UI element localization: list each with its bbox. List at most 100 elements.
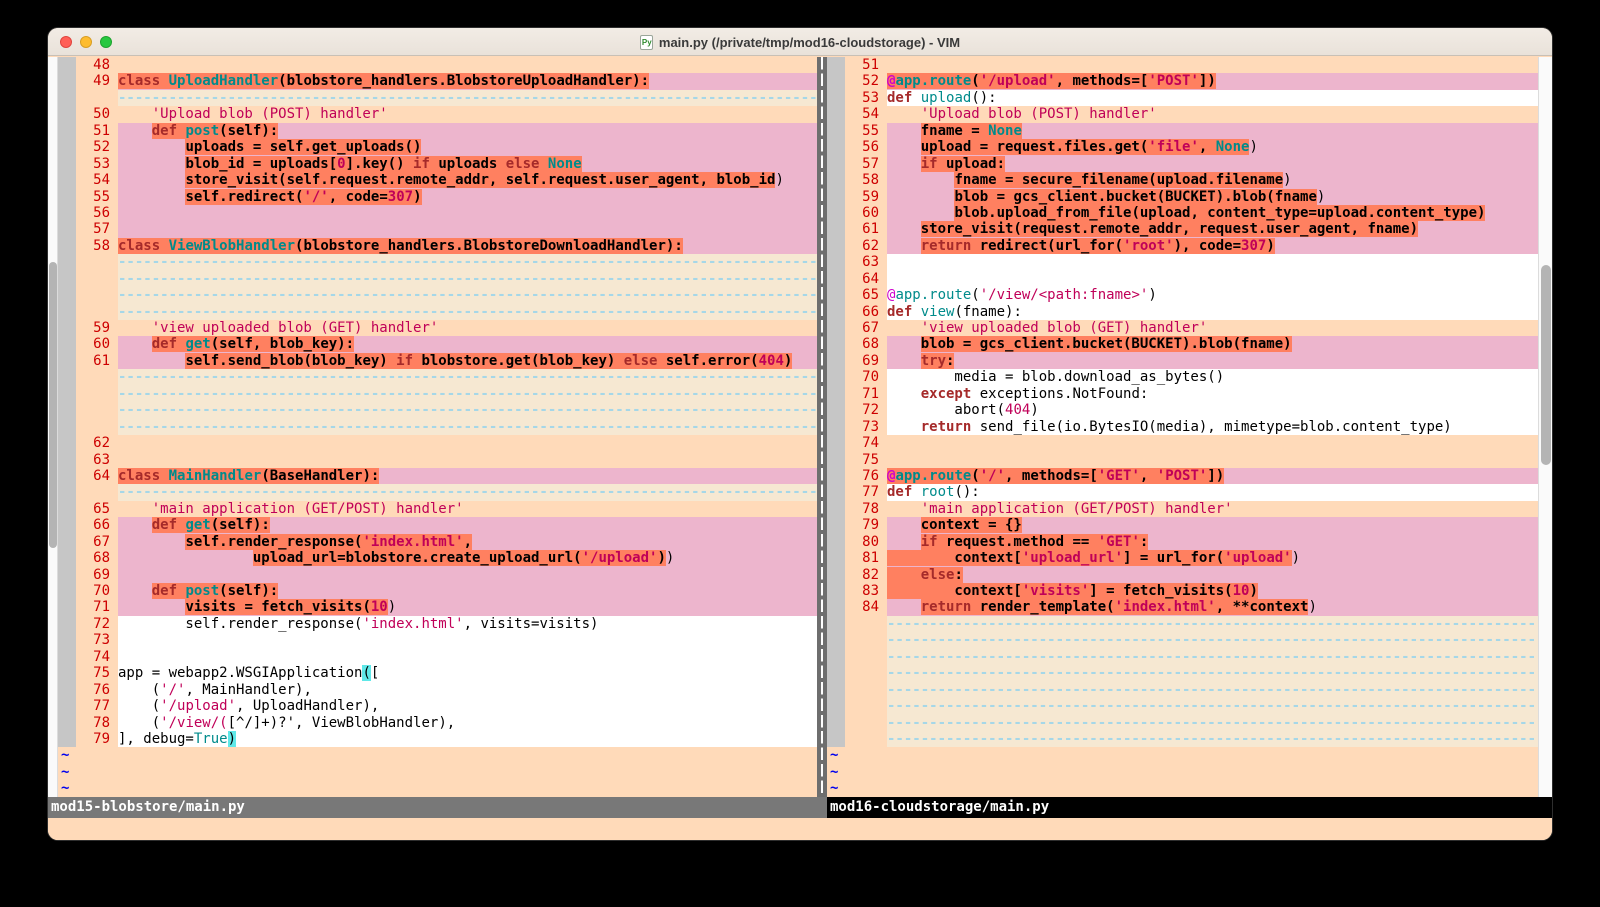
code-line-61[interactable]: 61 self.send_blob(blob_key) if blobstore… [58, 353, 817, 369]
diff-filler-line[interactable]: ----------------------------------------… [827, 665, 1538, 681]
code-line-78[interactable]: 78 'main application (GET/POST) handler' [827, 501, 1538, 517]
code-line-71[interactable]: 71 visits = fetch_visits(10) [58, 599, 817, 615]
tilde-line[interactable]: ~ [827, 780, 1538, 796]
left-diff-pane[interactable]: 4849class UploadHandler(blobstore_handle… [58, 57, 817, 797]
code-line-60[interactable]: 60 blob.upload_from_file(upload, content… [827, 205, 1538, 221]
code-line-63[interactable]: 63 [58, 452, 817, 468]
code-line-54[interactable]: 54 store_visit(self.request.remote_addr,… [58, 172, 817, 188]
code-line-84[interactable]: 84 return render_template('index.html', … [827, 599, 1538, 615]
diff-filler-line[interactable]: ----------------------------------------… [58, 386, 817, 402]
diff-filler-line[interactable]: ----------------------------------------… [827, 632, 1538, 648]
diff-filler-line[interactable]: ----------------------------------------… [827, 731, 1538, 747]
code-line-58[interactable]: 58class ViewBlobHandler(blobstore_handle… [58, 238, 817, 254]
code-line-68[interactable]: 68 upload_url=blobstore.create_upload_ur… [58, 550, 817, 566]
code-line-78[interactable]: 78 ('/view/([^/]+)?', ViewBlobHandler), [58, 715, 817, 731]
code-line-83[interactable]: 83 context['visits'] = fetch_visits(10) [827, 583, 1538, 599]
code-line-73[interactable]: 73 return send_file(io.BytesIO(media), m… [827, 419, 1538, 435]
code-line-61[interactable]: 61 store_visit(request.remote_addr, requ… [827, 221, 1538, 237]
diff-filler-line[interactable]: ----------------------------------------… [58, 271, 817, 287]
tilde-line[interactable]: ~ [827, 764, 1538, 780]
code-line-64[interactable]: 64 [827, 271, 1538, 287]
code-line-81[interactable]: 81 context['upload_url'] = url_for('uplo… [827, 550, 1538, 566]
diff-filler-line[interactable]: ----------------------------------------… [58, 254, 817, 270]
statusline-right[interactable]: mod16-cloudstorage/main.py [827, 797, 1552, 818]
code-line-69[interactable]: 69 try: [827, 353, 1538, 369]
diff-filler-line[interactable]: ----------------------------------------… [827, 698, 1538, 714]
code-line-57[interactable]: 57 [58, 221, 817, 237]
code-line-63[interactable]: 63 [827, 254, 1538, 270]
code-line-75[interactable]: 75 [827, 452, 1538, 468]
code-line-50[interactable]: 50 'Upload blob (POST) handler' [58, 106, 817, 122]
code-line-64[interactable]: 64class MainHandler(BaseHandler): [58, 468, 817, 484]
code-line-79[interactable]: 79], debug=True) [58, 731, 817, 747]
code-line-62[interactable]: 62 [58, 435, 817, 451]
tilde-line[interactable]: ~ [58, 764, 817, 780]
code-line-56[interactable]: 56 upload = request.files.get('file', No… [827, 139, 1538, 155]
code-line-77[interactable]: 77 ('/upload', UploadHandler), [58, 698, 817, 714]
right-diff-pane[interactable]: 5152@app.route('/upload', methods=['POST… [827, 57, 1538, 797]
code-line-69[interactable]: 69 [58, 567, 817, 583]
code-line-68[interactable]: 68 blob = gcs_client.bucket(BUCKET).blob… [827, 336, 1538, 352]
diff-filler-line[interactable]: ----------------------------------------… [58, 419, 817, 435]
code-line-72[interactable]: 72 abort(404) [827, 402, 1538, 418]
code-line-59[interactable]: 59 blob = gcs_client.bucket(BUCKET).blob… [827, 189, 1538, 205]
code-line-82[interactable]: 82 else: [827, 567, 1538, 583]
code-line-53[interactable]: 53 blob_id = uploads[0].key() if uploads… [58, 156, 817, 172]
diff-filler-line[interactable]: ----------------------------------------… [827, 682, 1538, 698]
code-line-54[interactable]: 54 'Upload blob (POST) handler' [827, 106, 1538, 122]
code-line-56[interactable]: 56 [58, 205, 817, 221]
code-line-76[interactable]: 76 ('/', MainHandler), [58, 682, 817, 698]
code-line-77[interactable]: 77def root(): [827, 484, 1538, 500]
code-line-70[interactable]: 70 media = blob.download_as_bytes() [827, 369, 1538, 385]
code-line-53[interactable]: 53def upload(): [827, 90, 1538, 106]
scrollbar-thumb[interactable] [49, 262, 57, 548]
right-scrollbar[interactable] [1538, 57, 1552, 797]
code-line-60[interactable]: 60 def get(self, blob_key): [58, 336, 817, 352]
code-line-79[interactable]: 79 context = {} [827, 517, 1538, 533]
title-bar[interactable]: Py main.py (/private/tmp/mod16-cloudstor… [48, 28, 1552, 56]
code-line-74[interactable]: 74 [827, 435, 1538, 451]
diff-filler-line[interactable]: ----------------------------------------… [58, 90, 817, 106]
command-line[interactable] [48, 818, 1552, 840]
left-scrollbar[interactable] [48, 57, 58, 797]
code-line-55[interactable]: 55 fname = None [827, 123, 1538, 139]
code-line-80[interactable]: 80 if request.method == 'GET': [827, 534, 1538, 550]
statusline-left[interactable]: mod15-blobstore/main.py [48, 797, 827, 818]
code-line-72[interactable]: 72 self.render_response('index.html', vi… [58, 616, 817, 632]
code-line-67[interactable]: 67 'view uploaded blob (GET) handler' [827, 320, 1538, 336]
diff-filler-line[interactable]: ----------------------------------------… [58, 369, 817, 385]
vertical-split-separator[interactable] [817, 57, 827, 797]
diff-filler-line[interactable]: ----------------------------------------… [58, 484, 817, 500]
code-line-65[interactable]: 65@app.route('/view/<path:fname>') [827, 287, 1538, 303]
code-line-75[interactable]: 75app = webapp2.WSGIApplication([ [58, 665, 817, 681]
code-line-57[interactable]: 57 if upload: [827, 156, 1538, 172]
tilde-line[interactable]: ~ [58, 747, 817, 763]
code-line-59[interactable]: 59 'view uploaded blob (GET) handler' [58, 320, 817, 336]
code-line-49[interactable]: 49class UploadHandler(blobstore_handlers… [58, 73, 817, 89]
code-line-48[interactable]: 48 [58, 57, 817, 73]
scrollbar-thumb[interactable] [1541, 265, 1551, 465]
code-line-66[interactable]: 66 def get(self): [58, 517, 817, 533]
code-line-66[interactable]: 66def view(fname): [827, 304, 1538, 320]
code-line-67[interactable]: 67 self.render_response('index.html', [58, 534, 817, 550]
code-line-55[interactable]: 55 self.redirect('/', code=307) [58, 189, 817, 205]
diff-filler-line[interactable]: ----------------------------------------… [827, 616, 1538, 632]
code-line-70[interactable]: 70 def post(self): [58, 583, 817, 599]
diff-filler-line[interactable]: ----------------------------------------… [827, 715, 1538, 731]
code-line-52[interactable]: 52 uploads = self.get_uploads() [58, 139, 817, 155]
diff-filler-line[interactable]: ----------------------------------------… [827, 649, 1538, 665]
code-line-73[interactable]: 73 [58, 632, 817, 648]
tilde-line[interactable]: ~ [827, 747, 1538, 763]
code-line-71[interactable]: 71 except exceptions.NotFound: [827, 386, 1538, 402]
code-line-58[interactable]: 58 fname = secure_filename(upload.filena… [827, 172, 1538, 188]
diff-filler-line[interactable]: ----------------------------------------… [58, 287, 817, 303]
code-line-51[interactable]: 51 [827, 57, 1538, 73]
code-line-51[interactable]: 51 def post(self): [58, 123, 817, 139]
code-line-74[interactable]: 74 [58, 649, 817, 665]
code-line-65[interactable]: 65 'main application (GET/POST) handler' [58, 501, 817, 517]
diff-filler-line[interactable]: ----------------------------------------… [58, 304, 817, 320]
diff-filler-line[interactable]: ----------------------------------------… [58, 402, 817, 418]
code-line-62[interactable]: 62 return redirect(url_for('root'), code… [827, 238, 1538, 254]
tilde-line[interactable]: ~ [58, 780, 817, 796]
code-line-76[interactable]: 76@app.route('/', methods=['GET', 'POST'… [827, 468, 1538, 484]
